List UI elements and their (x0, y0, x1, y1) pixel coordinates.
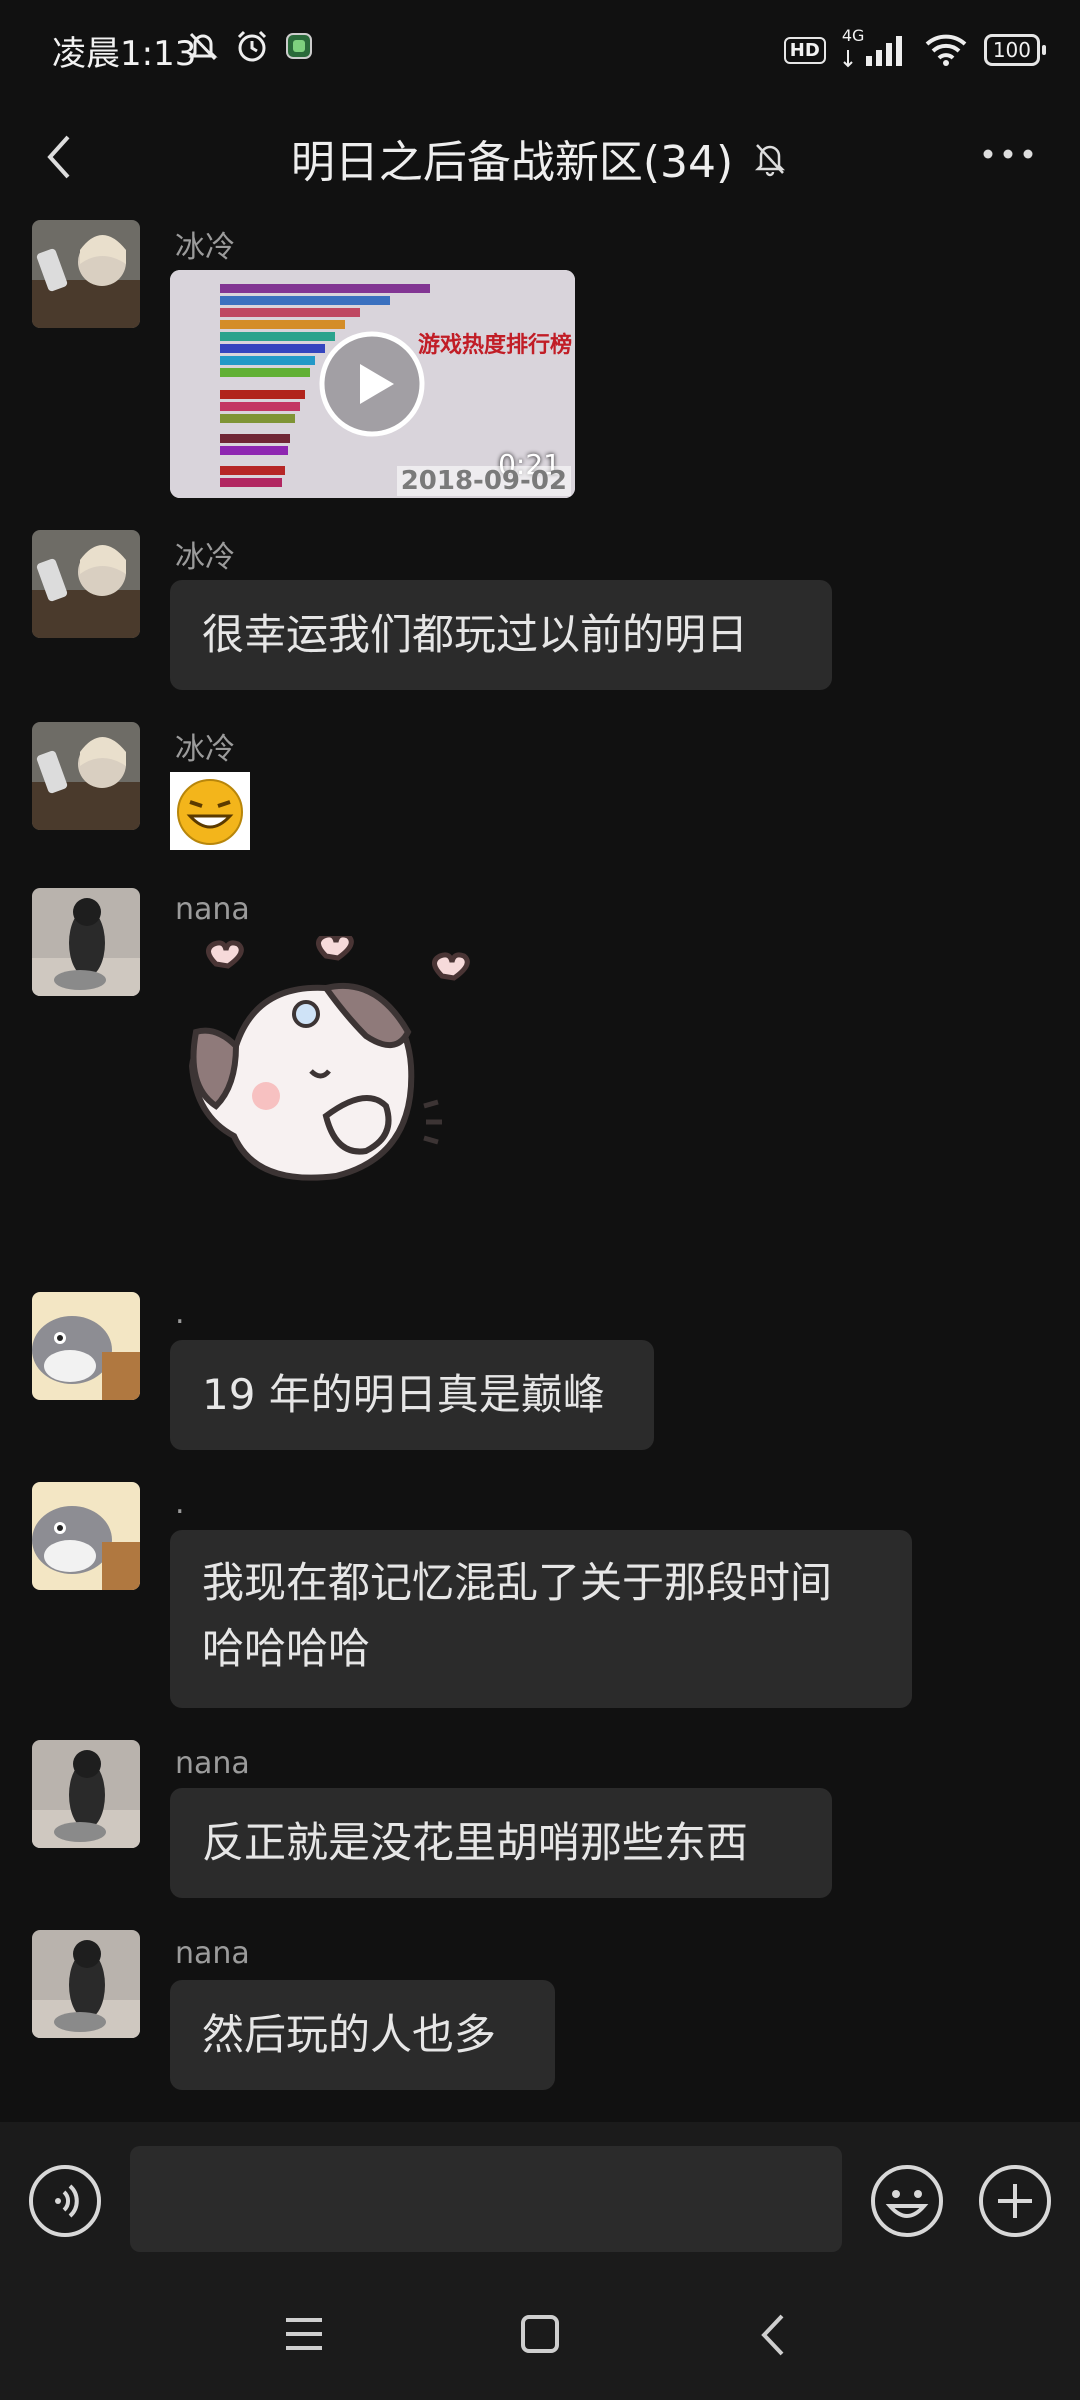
menu-icon[interactable] (284, 2316, 324, 2352)
hd-badge: HD (783, 36, 826, 64)
avatar[interactable] (32, 220, 140, 328)
alarm-icon (237, 30, 267, 62)
system-nav-bar (0, 2272, 1080, 2400)
avatar[interactable] (32, 1740, 140, 1848)
home-icon[interactable] (520, 2314, 560, 2354)
avatar[interactable] (32, 1292, 140, 1400)
sender-name: nana (175, 892, 250, 927)
message-bubble[interactable]: 19 年的明日真是巅峰 (170, 1340, 654, 1450)
emoji-picker-icon[interactable] (870, 2164, 944, 2238)
sticker-message[interactable] (176, 932, 476, 1236)
avatar[interactable] (32, 1930, 140, 2038)
sender-name: . (175, 1296, 185, 1331)
message-bubble[interactable]: 反正就是没花里胡哨那些东西 (170, 1788, 832, 1898)
status-time: 凌晨1:13 (52, 34, 197, 74)
message-line: 哈哈哈哈 (202, 1624, 371, 1673)
sender-name: . (175, 1486, 185, 1521)
signal-icon: 4G (842, 28, 908, 70)
battery-indicator: 100 (983, 34, 1047, 66)
video-message[interactable]: 游戏热度排行榜 0:21 2018-09-02 (170, 270, 575, 498)
more-options-icon[interactable] (982, 134, 1034, 174)
message-bubble[interactable]: 我现在都记忆混乱了关于那段时间 哈哈哈哈 (170, 1530, 912, 1708)
status-bar: 凌晨1:13 HD 4G 100 (0, 0, 1080, 100)
sender-name: nana (175, 1936, 250, 1971)
chat-header: 明日之后备战新区(34) (0, 110, 1080, 200)
message-input[interactable] (130, 2146, 842, 2252)
video-date: 2018-09-02 (396, 466, 571, 496)
chat-title-area: 明日之后备战新区(34) (0, 126, 1080, 190)
input-bar (0, 2122, 1080, 2272)
sender-name: 冰冷 (175, 732, 235, 767)
app-notification-icon (286, 33, 312, 59)
sender-name: nana (175, 1746, 250, 1781)
status-system-icons: HD 4G 100 (783, 28, 1047, 70)
avatar[interactable] (32, 888, 140, 996)
message-bubble[interactable]: 很幸运我们都玩过以前的明日 (170, 580, 832, 690)
mute-icon (755, 144, 786, 177)
play-icon[interactable] (318, 330, 426, 438)
laughing-emoji-icon (177, 779, 243, 845)
nav-back-icon[interactable] (758, 2312, 788, 2358)
message-bubble[interactable]: 然后玩的人也多 (170, 1980, 555, 2090)
sender-name: 冰冷 (175, 230, 235, 265)
avatar[interactable] (32, 722, 140, 830)
voice-input-icon[interactable] (28, 2164, 102, 2238)
plus-icon[interactable] (978, 2164, 1052, 2238)
puppy-sticker-icon (188, 932, 470, 1181)
bell-off-icon (188, 32, 218, 61)
status-notification-icons (186, 28, 314, 64)
sender-name: 冰冷 (175, 540, 235, 575)
wifi-icon (925, 34, 967, 66)
avatar[interactable] (32, 530, 140, 638)
chat-title: 明日之后备战新区(34) (290, 137, 734, 188)
avatar[interactable] (32, 1482, 140, 1590)
message-line: 我现在都记忆混乱了关于那段时间 (202, 1558, 833, 1607)
emoji-message[interactable] (170, 772, 250, 850)
